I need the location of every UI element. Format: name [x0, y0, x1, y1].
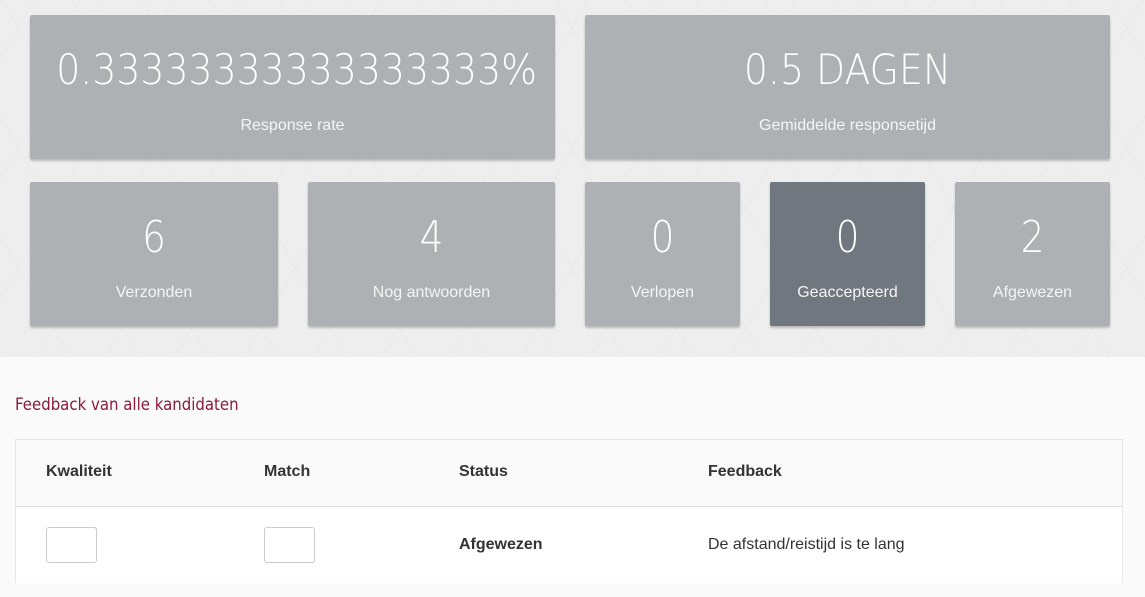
- expired-card[interactable]: 0 Verlopen: [585, 182, 740, 326]
- quality-rating-box[interactable]: [46, 527, 97, 563]
- table-row: Afgewezen De afstand/reistijd is te lang: [16, 507, 1122, 583]
- accepted-label: Geaccepteerd: [797, 284, 898, 301]
- accepted-count: 0: [835, 212, 860, 263]
- avg-response-time-card: 0.5 DAGEN Gemiddelde responsetijd: [585, 15, 1110, 159]
- pending-count: 4: [419, 212, 444, 263]
- rejected-card[interactable]: 2 Afgewezen: [955, 182, 1110, 326]
- status-cell: Afgewezen: [459, 536, 543, 553]
- sent-card[interactable]: 6 Verzonden: [30, 182, 278, 326]
- accepted-card[interactable]: 0 Geaccepteerd: [770, 182, 925, 326]
- response-rate-card: 0.33333333333333333% Response rate: [30, 15, 555, 159]
- expired-label: Verlopen: [630, 284, 695, 301]
- pending-label: Nog antwoorden: [372, 284, 491, 301]
- column-header-quality: Kwaliteit: [46, 463, 112, 480]
- column-header-feedback: Feedback: [708, 463, 782, 480]
- pending-card[interactable]: 4 Nog antwoorden: [308, 182, 555, 326]
- feedback-cell: De afstand/reistijd is te lang: [708, 536, 905, 553]
- sent-label: Verzonden: [115, 284, 193, 301]
- expired-count: 0: [650, 212, 675, 263]
- match-rating-box[interactable]: [264, 527, 315, 563]
- stats-panel: 0.33333333333333333% Response rate 0.5 D…: [0, 0, 1145, 357]
- sent-count: 6: [142, 212, 166, 263]
- rejected-count: 2: [1020, 212, 1045, 263]
- feedback-section: Feedback van alle kandidaten Kwaliteit M…: [0, 357, 1145, 597]
- rejected-label: Afgewezen: [992, 284, 1073, 301]
- avg-response-time-label: Gemiddelde responsetijd: [759, 117, 936, 134]
- feedback-section-title: Feedback van alle kandidaten: [15, 395, 239, 415]
- feedback-table-header: Kwaliteit Match Status Feedback: [16, 440, 1122, 507]
- feedback-table: Kwaliteit Match Status Feedback Afgeweze…: [15, 439, 1123, 583]
- column-header-match: Match: [264, 463, 311, 480]
- column-header-status: Status: [459, 463, 508, 480]
- response-rate-value: 0.33333333333333333%: [56, 45, 538, 94]
- response-rate-label: Response rate: [240, 117, 345, 134]
- avg-response-time-value: 0.5 DAGEN: [743, 45, 952, 94]
